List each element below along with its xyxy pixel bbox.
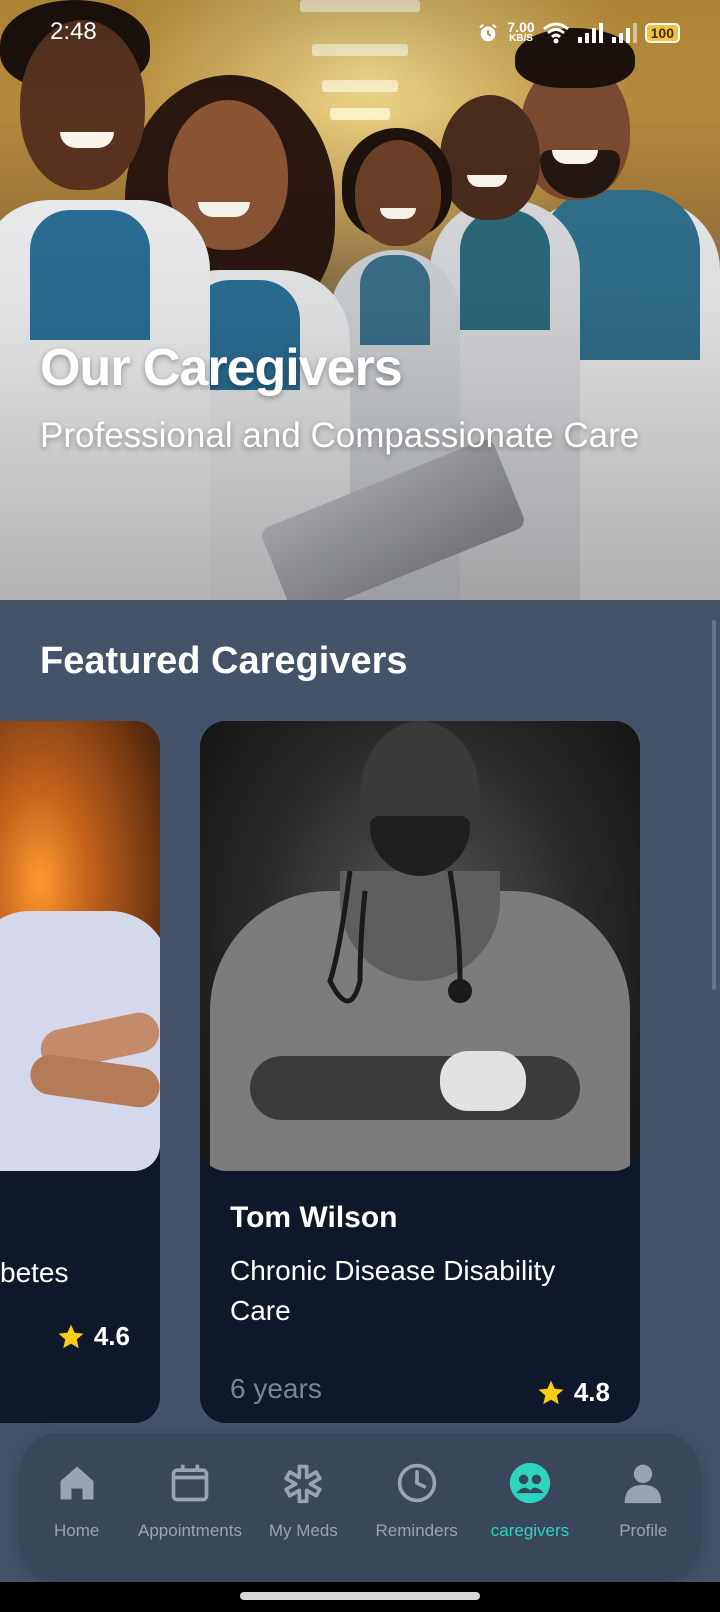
network-speed: 7.00 KB/S	[507, 19, 535, 44]
calendar-icon	[171, 1464, 209, 1502]
nav-label: Reminders	[375, 1521, 458, 1540]
status-icons: 7.00 KB/S 100	[477, 18, 680, 48]
clock-icon	[397, 1463, 436, 1503]
nav-item-profile[interactable]: Profile	[588, 1433, 698, 1541]
scrollbar[interactable]	[712, 620, 716, 990]
nav-item-appointments[interactable]: Appointments	[135, 1433, 245, 1541]
caregiver-card[interactable]: betes 4.6	[0, 721, 160, 1423]
featured-caregivers-title: Featured Caregivers	[40, 640, 408, 682]
signal-icon	[611, 23, 637, 43]
caregiver-specialty: betes	[0, 1257, 69, 1288]
nav-label: Profile	[619, 1521, 668, 1540]
app-screen: Our Caregivers Professional and Compassi…	[0, 0, 720, 1612]
battery-indicator: 100	[644, 23, 680, 43]
signal-icon	[577, 23, 603, 43]
caregiver-specialty: Chronic Disease Disability Care	[230, 1255, 556, 1326]
caregiver-name: Tom Wilson	[230, 1201, 398, 1234]
wifi-icon	[542, 22, 569, 44]
hero-subtitle: Professional and Compassionate Care	[40, 416, 640, 455]
nav-item-home[interactable]: Home	[22, 1433, 132, 1541]
caregiver-rating: 4.6	[56, 1321, 130, 1352]
nav-label: Home	[53, 1521, 100, 1540]
caregiver-photo	[0, 721, 160, 1171]
alarm-icon	[479, 24, 498, 42]
medical-asterisk-icon	[284, 1464, 323, 1504]
caregiver-experience: 6 years	[230, 1373, 322, 1404]
status-bar: 2:48 7.00 KB/S 100	[0, 0, 720, 64]
caregiver-rating: 4.8	[536, 1377, 610, 1408]
system-gesture-area	[0, 1582, 720, 1612]
nav-item-reminders[interactable]: Reminders	[362, 1433, 472, 1541]
person-icon	[624, 1464, 662, 1504]
nav-label: Appointments	[138, 1521, 242, 1540]
status-time: 2:48	[50, 18, 97, 45]
nav-label: caregivers	[490, 1521, 570, 1540]
nav-item-caregivers[interactable]: caregivers	[475, 1433, 585, 1541]
nav-item-my-meds[interactable]: My Meds	[248, 1433, 358, 1541]
caregivers-icon	[509, 1462, 551, 1504]
star-icon	[538, 1380, 564, 1404]
hero-title: Our Caregivers	[40, 339, 403, 397]
hero-banner: Our Caregivers Professional and Compassi…	[0, 0, 720, 600]
caregiver-card[interactable]: Tom Wilson Chronic Disease Disability Ca…	[200, 721, 640, 1423]
star-icon	[58, 1324, 84, 1348]
caregiver-photo	[200, 721, 640, 1171]
home-gesture-bar[interactable]	[240, 1592, 480, 1600]
home-icon	[60, 1466, 94, 1500]
nav-label: My Meds	[268, 1521, 338, 1540]
bottom-navigation: Home Appointments My Meds Reminders care…	[20, 1433, 700, 1577]
